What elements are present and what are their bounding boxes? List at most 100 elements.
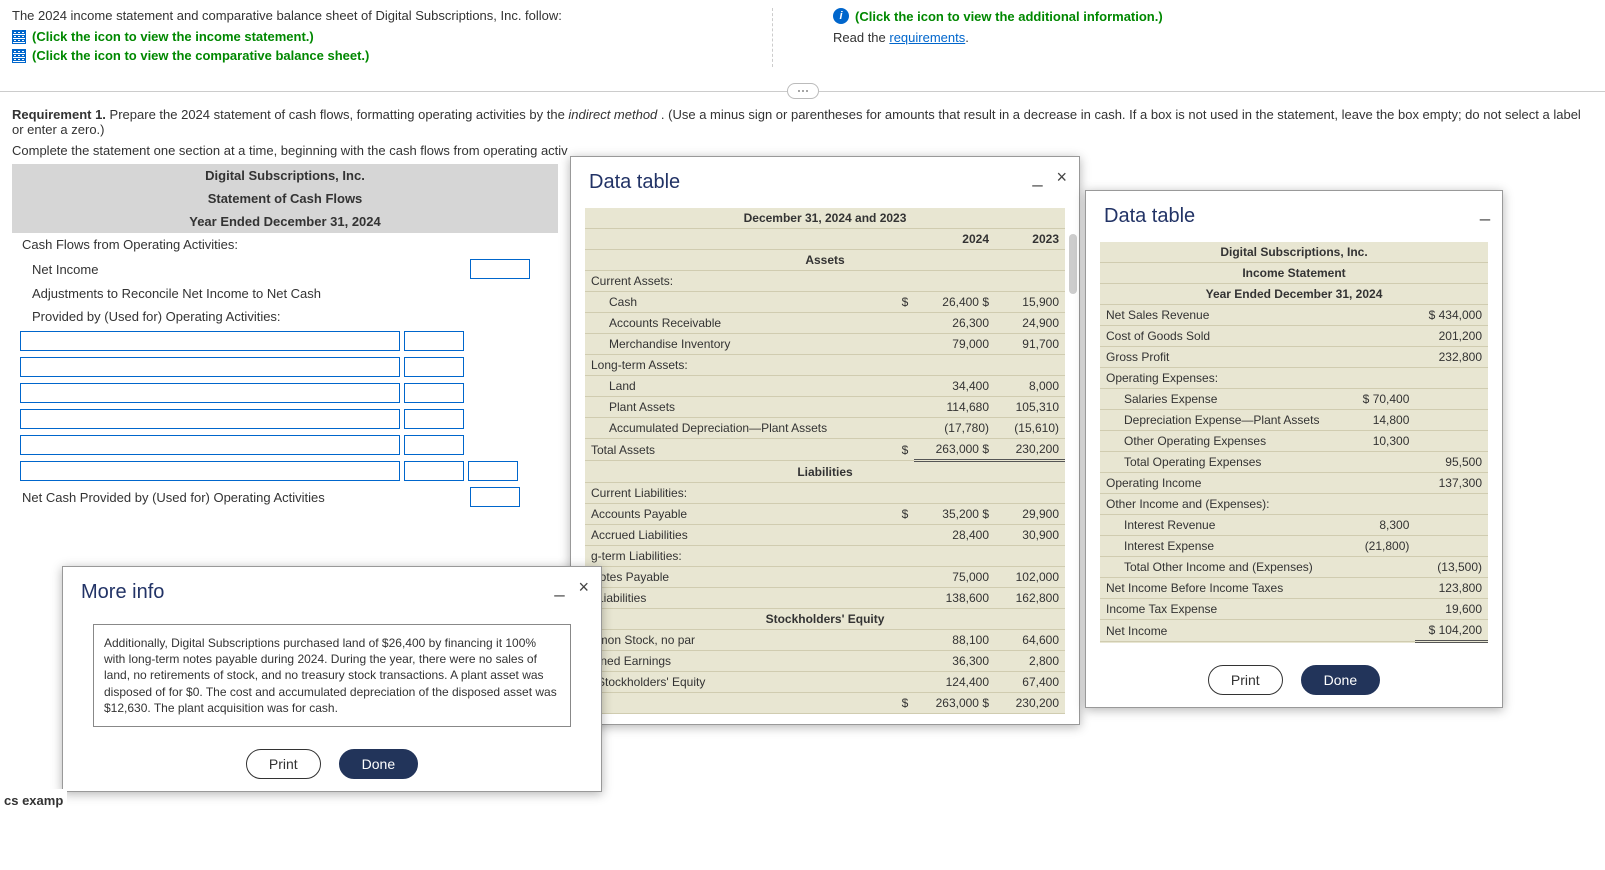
adj-label-input-5[interactable] bbox=[20, 435, 400, 455]
minimize-icon[interactable]: _ bbox=[554, 577, 564, 598]
is-stmt: Income Statement bbox=[1100, 263, 1488, 284]
expand-icon[interactable] bbox=[787, 83, 819, 99]
bs-tl-2023: 162,800 bbox=[995, 588, 1065, 609]
bs-ta-label: Total Assets bbox=[585, 439, 891, 461]
minimize-icon[interactable]: _ bbox=[1032, 167, 1042, 188]
requirement-label: Requirement 1. bbox=[12, 107, 106, 122]
scrollbar[interactable] bbox=[1069, 234, 1077, 294]
adj-label-input-6[interactable] bbox=[20, 461, 400, 481]
is-nibt: Net Income Before Income Taxes bbox=[1100, 578, 1350, 599]
bs-ar-2023: 24,900 bbox=[995, 313, 1065, 334]
is-company: Digital Subscriptions, Inc. bbox=[1100, 242, 1488, 263]
done-button[interactable]: Done bbox=[1301, 665, 1380, 695]
bs-cl: Current Liabilities: bbox=[585, 483, 1065, 504]
bs-land-2024: 34,400 bbox=[914, 376, 995, 397]
bs-cs-2024: 88,100 bbox=[914, 630, 995, 651]
ws-net-income: Net Income bbox=[18, 260, 408, 279]
additional-info-link[interactable]: (Click the icon to view the additional i… bbox=[855, 9, 1163, 24]
print-button[interactable]: Print bbox=[1208, 665, 1283, 695]
bs-re-2024: 36,300 bbox=[914, 651, 995, 672]
print-button[interactable]: Print bbox=[246, 749, 321, 779]
bs-ap-2023: 29,900 bbox=[995, 504, 1065, 525]
bs-re-label: ained Earnings bbox=[585, 651, 891, 672]
bs-ta-2023: 230,200 bbox=[995, 439, 1065, 461]
adj-label-input-1[interactable] bbox=[20, 331, 400, 351]
intro-text: The 2024 income statement and comparativ… bbox=[12, 8, 732, 23]
bs-al-2024: 28,400 bbox=[914, 525, 995, 546]
ws-adj1: Adjustments to Reconcile Net Income to N… bbox=[18, 284, 408, 303]
balance-sheet-modal: _ × Data table December 31, 2024 and 202… bbox=[570, 156, 1080, 725]
ws-title: Statement of Cash Flows bbox=[12, 187, 558, 210]
is-oi-v: 137,300 bbox=[1415, 473, 1488, 494]
adj-label-input-4[interactable] bbox=[20, 409, 400, 429]
adj-total-input[interactable] bbox=[468, 461, 518, 481]
adj-amount-input-1[interactable] bbox=[404, 331, 464, 351]
bs-tse-2023: 67,400 bbox=[995, 672, 1065, 693]
is-ir-v: 8,300 bbox=[1350, 515, 1415, 536]
ws-period: Year Ended December 31, 2024 bbox=[12, 210, 558, 233]
done-button[interactable]: Done bbox=[339, 749, 418, 779]
bs-y1: 2024 bbox=[914, 229, 995, 250]
is-toie-v: (13,500) bbox=[1415, 557, 1488, 578]
is-ite-v: 19,600 bbox=[1415, 599, 1488, 620]
bs-modal-title: Data table bbox=[571, 157, 1079, 204]
is-opex: Operating Expenses: bbox=[1100, 368, 1488, 389]
bs-tlse-2024: 263,000 bbox=[936, 696, 979, 710]
adj-label-input-3[interactable] bbox=[20, 383, 400, 403]
bs-al-2023: 30,900 bbox=[995, 525, 1065, 546]
bs-period: December 31, 2024 and 2023 bbox=[585, 208, 1065, 229]
adj-amount-input-6[interactable] bbox=[404, 461, 464, 481]
bs-tl-label: l Liabilities bbox=[585, 588, 891, 609]
net-cash-input[interactable] bbox=[470, 487, 520, 507]
is-period: Year Ended December 31, 2024 bbox=[1100, 284, 1488, 305]
income-statement-link[interactable]: (Click the icon to view the income state… bbox=[32, 29, 314, 44]
grid-icon[interactable] bbox=[12, 49, 26, 63]
is-toie: Total Other Income and (Expenses) bbox=[1100, 557, 1350, 578]
ws-company: Digital Subscriptions, Inc. bbox=[12, 164, 558, 187]
bs-cash-2024: 26,400 bbox=[942, 295, 979, 309]
bs-land-2023: 8,000 bbox=[995, 376, 1065, 397]
close-icon[interactable]: × bbox=[578, 577, 589, 598]
bs-tl-2024: 138,600 bbox=[914, 588, 995, 609]
is-toe-v: 95,500 bbox=[1415, 452, 1488, 473]
grid-icon[interactable] bbox=[12, 30, 26, 44]
ws-netcash: Net Cash Provided by (Used for) Operatin… bbox=[18, 488, 408, 507]
minimize-icon[interactable]: _ bbox=[1480, 201, 1490, 222]
requirements-link[interactable]: requirements bbox=[889, 30, 965, 45]
adj-amount-input-5[interactable] bbox=[404, 435, 464, 455]
adj-label-input-2[interactable] bbox=[20, 357, 400, 377]
is-nsr: Net Sales Revenue bbox=[1100, 305, 1350, 326]
bs-liab-hdr: Liabilities bbox=[585, 461, 1065, 483]
bs-current-assets: Current Assets: bbox=[585, 271, 1065, 292]
is-ie-v: (21,800) bbox=[1350, 536, 1415, 557]
bs-lta: Long-term Assets: bbox=[585, 355, 1065, 376]
is-ooe-v: 10,300 bbox=[1350, 431, 1415, 452]
bs-ltl: g-term Liabilities: bbox=[585, 546, 1065, 567]
is-sal-v: 70,400 bbox=[1373, 392, 1410, 406]
adj-amount-input-3[interactable] bbox=[404, 383, 464, 403]
bs-cash-2023: 15,900 bbox=[995, 292, 1065, 313]
net-income-input[interactable] bbox=[470, 259, 530, 279]
balance-sheet-link[interactable]: (Click the icon to view the comparative … bbox=[32, 48, 369, 63]
bs-re-2023: 2,800 bbox=[995, 651, 1065, 672]
bs-ad-label: Accumulated Depreciation—Plant Assets bbox=[585, 418, 891, 439]
moreinfo-text: Additionally, Digital Subscriptions purc… bbox=[93, 624, 571, 727]
close-icon[interactable]: × bbox=[1056, 167, 1067, 188]
is-oi: Operating Income bbox=[1100, 473, 1350, 494]
is-sal: Salaries Expense bbox=[1100, 389, 1350, 410]
is-ni-v: 104,200 bbox=[1439, 623, 1482, 637]
bs-cs-2023: 64,600 bbox=[995, 630, 1065, 651]
bs-tse-label: l Stockholders' Equity bbox=[585, 672, 891, 693]
bs-np-2023: 102,000 bbox=[995, 567, 1065, 588]
bs-al-label: Accrued Liabilities bbox=[585, 525, 891, 546]
adj-amount-input-4[interactable] bbox=[404, 409, 464, 429]
income-statement-modal: _ Data table Digital Subscriptions, Inc.… bbox=[1085, 190, 1503, 708]
dollar: $ bbox=[891, 292, 914, 313]
adj-amount-input-2[interactable] bbox=[404, 357, 464, 377]
is-nibt-v: 123,800 bbox=[1415, 578, 1488, 599]
bs-ar-2024: 26,300 bbox=[914, 313, 995, 334]
info-icon[interactable]: i bbox=[833, 8, 849, 24]
is-toe: Total Operating Expenses bbox=[1100, 452, 1350, 473]
bs-inv-label: Merchandise Inventory bbox=[585, 334, 891, 355]
bs-ar-label: Accounts Receivable bbox=[585, 313, 891, 334]
